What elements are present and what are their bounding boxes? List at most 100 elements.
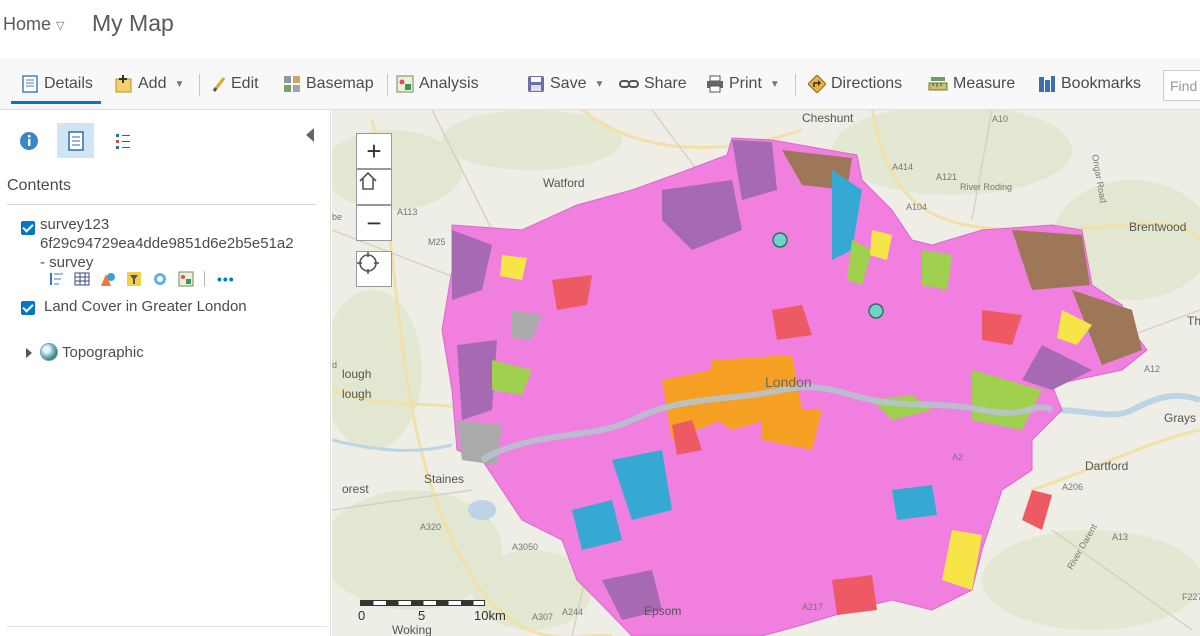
chevron-down-icon[interactable]: ▼ <box>770 79 780 90</box>
road-label: A320 <box>420 522 441 532</box>
layer-tools: ••• <box>48 271 235 287</box>
print-button[interactable]: Print ▼ <box>706 72 780 96</box>
toolbar-separator <box>387 74 388 96</box>
scale-label: 0 <box>358 608 366 623</box>
basemap-button[interactable]: Basemap <box>283 72 374 96</box>
road-label: River Roding <box>960 182 1012 192</box>
home-icon[interactable] <box>357 170 379 192</box>
content-list-icon[interactable] <box>67 130 85 151</box>
reservoir <box>468 500 496 520</box>
tab-content[interactable] <box>57 123 94 158</box>
map-canvas[interactable]: Cheshunt Watford Brentwood lough lough L… <box>332 110 1200 636</box>
measure-button[interactable]: Measure <box>928 72 1015 96</box>
place-label: Cheshunt <box>802 111 854 125</box>
landcover-layer-name[interactable]: Land Cover in Greater London <box>44 298 247 315</box>
survey-layer-checkbox[interactable] <box>21 221 35 235</box>
share-button[interactable]: Share <box>619 72 687 96</box>
road-label: A113 <box>397 207 417 217</box>
chevron-down-icon[interactable]: ▼ <box>174 79 184 90</box>
share-label[interactable]: Share <box>644 75 687 93</box>
analysis-icon <box>396 75 414 93</box>
save-icon <box>527 75 545 93</box>
scale-bar <box>360 600 485 606</box>
divider <box>204 271 205 287</box>
printer-icon <box>706 75 724 93</box>
zoom-in-button[interactable]: + <box>356 133 392 169</box>
landcover-layer-checkbox[interactable] <box>21 301 35 315</box>
zoom-out-button[interactable]: − <box>356 205 392 241</box>
place-label: Staines <box>424 472 464 486</box>
details-label[interactable]: Details <box>44 75 93 93</box>
basemap-label[interactable]: Basemap <box>306 75 374 93</box>
search-input[interactable]: Find <box>1163 70 1200 101</box>
road-label: A13 <box>1112 532 1128 542</box>
save-label[interactable]: Save <box>550 75 586 93</box>
locate-crosshair-icon[interactable] <box>357 252 379 274</box>
road-label: M25 <box>428 237 446 247</box>
more-options-icon[interactable]: ••• <box>217 271 235 287</box>
chevron-down-icon[interactable]: ▽ <box>56 19 64 32</box>
place-label: d <box>332 360 337 370</box>
edit-button[interactable]: Edit <box>212 72 259 96</box>
bookmarks-button[interactable]: Bookmarks <box>1038 72 1141 96</box>
survey-layer-suffix[interactable]: - survey <box>40 254 93 271</box>
survey-layer-name[interactable]: survey123 <box>40 216 109 233</box>
info-icon[interactable] <box>19 131 39 151</box>
expand-arrow-icon[interactable] <box>26 348 32 358</box>
road-label: A104 <box>906 202 927 212</box>
perform-analysis-icon[interactable] <box>178 271 194 287</box>
road-label: A10 <box>992 114 1008 124</box>
filter-icon[interactable] <box>126 271 142 287</box>
road-label: A3050 <box>512 542 538 552</box>
app-window: Home ▽ My Map Details Add ▼ Edit Basemap… <box>0 0 1200 636</box>
road-label: A244 <box>562 607 583 617</box>
collapse-panel-icon[interactable] <box>306 128 314 142</box>
print-label[interactable]: Print <box>729 75 762 93</box>
globe-icon <box>40 343 58 361</box>
edit-label[interactable]: Edit <box>231 75 259 93</box>
directions-label[interactable]: Directions <box>831 75 902 93</box>
add-label[interactable]: Add <box>138 75 166 93</box>
place-label: Grays <box>1164 411 1196 425</box>
chevron-down-icon[interactable]: ▼ <box>594 79 604 90</box>
road-label: A2 <box>952 452 963 462</box>
change-style-icon[interactable] <box>100 271 116 287</box>
measure-label[interactable]: Measure <box>953 75 1015 93</box>
home-menu[interactable]: Home ▽ <box>3 14 64 35</box>
tab-legend[interactable] <box>104 123 141 158</box>
details-button[interactable]: Details <box>21 72 93 96</box>
analysis-label[interactable]: Analysis <box>419 75 479 93</box>
divider <box>7 626 327 627</box>
map-view[interactable]: Cheshunt Watford Brentwood lough lough L… <box>332 110 1200 636</box>
add-button[interactable]: Add ▼ <box>115 72 184 96</box>
add-icon <box>115 75 133 93</box>
place-label: lough <box>342 387 371 401</box>
place-label: be <box>332 212 342 222</box>
place-label: orest <box>342 482 369 496</box>
save-button[interactable]: Save ▼ <box>527 72 604 96</box>
toolbar: Details Add ▼ Edit Basemap Analysis Save… <box>0 58 1200 110</box>
bookmarks-label[interactable]: Bookmarks <box>1061 75 1141 93</box>
home-extent-button[interactable] <box>356 169 392 205</box>
legend-icon[interactable] <box>114 131 132 151</box>
directions-button[interactable]: Directions <box>807 72 902 96</box>
map-title: My Map <box>92 10 174 36</box>
table-sort-icon[interactable] <box>48 271 64 287</box>
basemap-layer-name[interactable]: Topographic <box>62 344 144 361</box>
road-label: F227 <box>1182 592 1200 602</box>
contents-panel: Contents survey123 6f29c94729ea4dde9851d… <box>0 110 331 636</box>
share-link-icon <box>619 75 639 93</box>
place-label: lough <box>342 367 371 381</box>
survey-layer-id[interactable]: 6f29c94729ea4dde9851d6e2b5e51a2 <box>40 235 328 252</box>
attribute-table-icon[interactable] <box>74 271 90 287</box>
home-label[interactable]: Home <box>3 14 51 35</box>
survey-point-marker[interactable] <box>772 232 788 248</box>
locate-button[interactable] <box>356 251 392 287</box>
place-label: Brentwood <box>1129 220 1186 234</box>
analysis-tool-icon[interactable] <box>152 271 168 287</box>
contents-heading: Contents <box>7 177 72 194</box>
survey-point-marker[interactable] <box>868 303 884 319</box>
analysis-button[interactable]: Analysis <box>396 72 479 96</box>
directions-icon <box>807 74 827 94</box>
tab-about[interactable] <box>10 123 47 158</box>
